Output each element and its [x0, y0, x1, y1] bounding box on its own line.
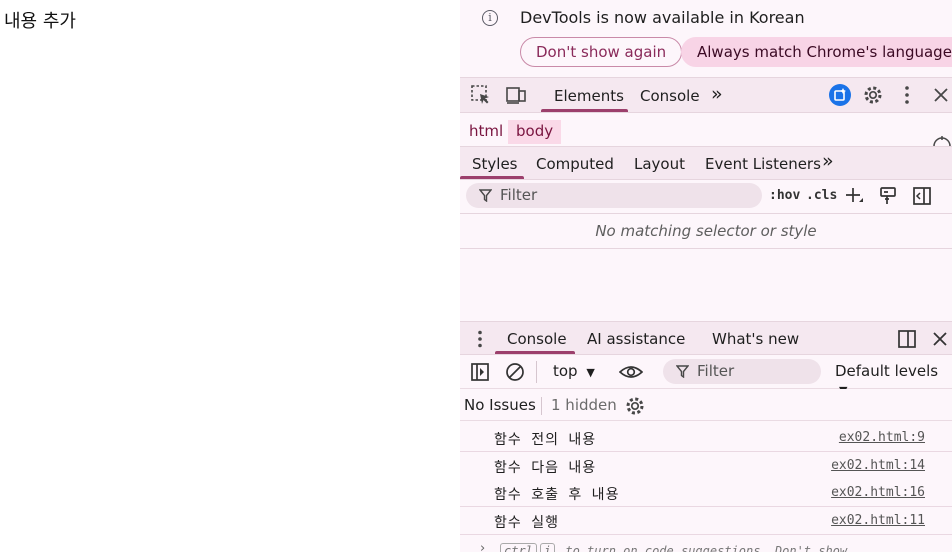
console-message-source-link[interactable]: ex02.html:16 [831, 485, 925, 500]
context-selector-value: top [553, 362, 578, 380]
issues-status[interactable]: No Issues [464, 396, 536, 414]
console-message-source-link[interactable]: ex02.html:11 [831, 513, 925, 528]
styles-filter-placeholder: Filter [500, 186, 538, 204]
toggle-sidebar-icon[interactable] [912, 186, 932, 206]
show-sidebar-icon[interactable] [470, 362, 490, 382]
console-message: 함수 다음 내용 ex02.html:14 [460, 452, 952, 480]
tab-elements-indicator [541, 109, 628, 112]
more-tabs-icon[interactable]: » [711, 83, 723, 105]
log-levels-value: Default levels [835, 362, 939, 380]
console-settings-gear-icon[interactable] [624, 395, 646, 417]
more-options-icon[interactable] [896, 84, 918, 106]
prompt-chevron-icon: › [480, 541, 486, 552]
chevron-down-icon: ▼ [586, 366, 595, 379]
language-infobar: i DevTools is now available in Korean Do… [460, 0, 952, 76]
close-devtools-icon[interactable] [930, 84, 952, 106]
breadcrumb-body[interactable]: body [508, 120, 562, 144]
console-message-source-link[interactable]: ex02.html:14 [831, 458, 925, 473]
always-match-language-button[interactable]: Always match Chrome's language [681, 37, 952, 67]
hint-text: to turn on code suggestions. Don't show [565, 544, 848, 552]
issues-divider [541, 397, 542, 415]
clear-console-icon[interactable] [505, 362, 525, 382]
tab-event-listeners[interactable]: Event Listeners [705, 155, 821, 173]
styles-filter-input[interactable]: Filter [466, 183, 762, 208]
live-expression-eye-icon[interactable] [619, 363, 643, 381]
console-message-text: 함수 다음 내용 [494, 460, 597, 476]
device-toolbar-icon[interactable] [505, 84, 527, 106]
page-content-text: 내용 추가 [4, 11, 76, 32]
drawer-tab-console-indicator [495, 351, 575, 354]
toolbar-divider [536, 361, 537, 383]
hint-key-ctrl: ctrl [500, 543, 537, 552]
dont-show-again-button[interactable]: Don't show again [520, 37, 683, 67]
drawer-tab-ai-assistance[interactable]: AI assistance [587, 330, 685, 348]
code-suggestion-hint: ctrl i to turn on code suggestions. Don't… [500, 543, 847, 552]
main-toolbar: Elements Console » [460, 77, 952, 113]
console-filter-input[interactable]: Filter [663, 359, 821, 384]
tab-console[interactable]: Console [640, 87, 700, 105]
tab-layout[interactable]: Layout [634, 155, 685, 173]
filter-icon [479, 189, 492, 202]
class-toggle[interactable]: .cls [806, 188, 837, 203]
console-message: 함수 호출 후 내용 ex02.html:16 [460, 479, 952, 507]
styles-empty-area [460, 249, 952, 320]
console-message-text: 함수 호출 후 내용 [494, 487, 620, 503]
drawer-menu-icon[interactable] [470, 330, 490, 348]
tab-styles[interactable]: Styles [472, 155, 518, 173]
drawer-tab-console[interactable]: Console [507, 330, 567, 348]
inspect-element-icon[interactable] [470, 84, 492, 106]
more-subtabs-icon[interactable]: » [822, 150, 834, 172]
rendering-paint-icon[interactable] [878, 186, 898, 206]
issues-row: No Issues 1 hidden [460, 389, 952, 421]
close-drawer-icon[interactable] [930, 329, 950, 349]
tab-styles-indicator [460, 176, 524, 179]
hidden-count[interactable]: 1 hidden [551, 396, 617, 414]
styles-filter-row: Filter :hov .cls [460, 180, 952, 212]
dock-drawer-icon[interactable] [897, 329, 917, 349]
dom-breadcrumb: html body [460, 114, 952, 146]
page-viewport: 내용 추가 [0, 0, 460, 552]
hint-key-i: i [539, 543, 556, 552]
new-style-rule-icon[interactable] [844, 186, 864, 206]
info-icon: i [482, 10, 498, 26]
console-message-source-link[interactable]: ex02.html:9 [839, 430, 925, 445]
devtools-panel: i DevTools is now available in Korean Do… [460, 0, 952, 552]
node-picker-icon[interactable] [932, 134, 952, 146]
infobar-message: DevTools is now available in Korean [520, 8, 805, 27]
hover-state-toggle[interactable]: :hov [769, 188, 800, 203]
console-toolbar: top ▼ Filter Default levels ▼ [460, 355, 952, 397]
console-message: 함수 전의 내용 ex02.html:9 [460, 424, 952, 452]
no-matching-style-message: No matching selector or style [460, 213, 952, 249]
context-selector[interactable]: top ▼ [553, 362, 595, 380]
tab-computed[interactable]: Computed [536, 155, 614, 173]
filter-icon [676, 365, 689, 378]
tab-elements[interactable]: Elements [554, 87, 624, 105]
breadcrumb-html[interactable]: html [461, 120, 511, 144]
drawer-tabs: Console AI assistance What's new [460, 321, 952, 355]
ai-assistance-icon[interactable] [828, 83, 851, 106]
styles-subtabs: Styles Computed Layout Event Listeners » [460, 146, 952, 180]
console-message-text: 함수 실행 [494, 515, 559, 531]
drawer-tab-whats-new[interactable]: What's new [712, 330, 799, 348]
console-prompt[interactable]: › ctrl i to turn on code suggestions. Don… [460, 535, 952, 552]
settings-gear-icon[interactable] [862, 84, 884, 106]
console-filter-placeholder: Filter [697, 362, 735, 380]
console-message: 함수 실행 ex02.html:11 [460, 507, 952, 535]
console-message-text: 함수 전의 내용 [494, 432, 597, 448]
